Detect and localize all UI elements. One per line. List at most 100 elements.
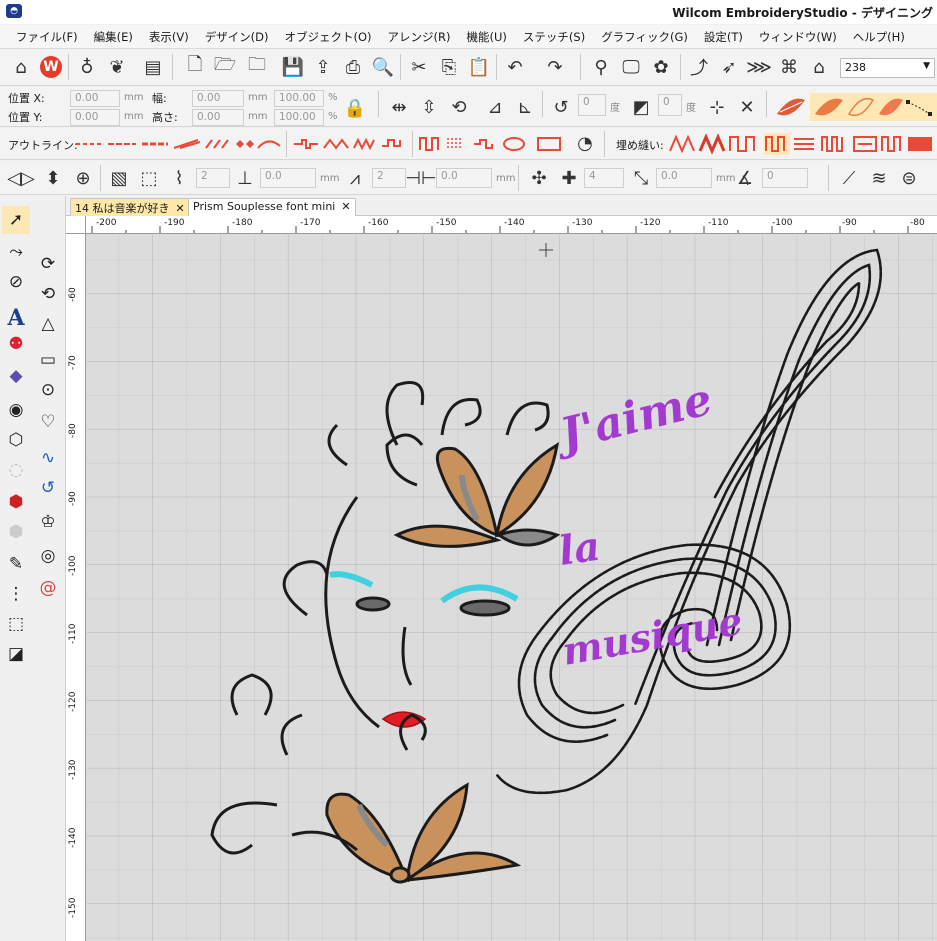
pen-tool-icon[interactable]: ✎ [2,550,30,578]
menu-design[interactable]: デザイン(D) [205,29,269,45]
close-icon[interactable]: ✕ [341,200,350,213]
shapes-tool-icon[interactable]: ♡ [34,408,62,436]
monogram-icon[interactable]: ◆ [2,362,30,390]
hexagon-outline-icon[interactable]: ⬡ [2,426,30,454]
lettering-icon[interactable]: A [2,304,30,332]
close-icon[interactable]: ✕ [176,202,185,215]
running-stitch-icons[interactable] [292,136,412,152]
design-canvas[interactable]: -200 -190 -180 -170 -160 -150 -140 -130 … [66,216,937,941]
distribute-v-icon[interactable]: ⬍ [40,165,66,191]
fit-icon[interactable]: ▧ [106,165,132,191]
pattern-leaf-icon[interactable] [876,96,906,116]
reshape-tool-icon[interactable]: ⤳ [2,238,30,266]
copy-icon[interactable]: ⎘ [436,54,462,80]
rotate-ccw-icon[interactable]: ↺ [548,94,574,120]
menu-arrange[interactable]: アレンジ(R) [388,29,451,45]
digitize-triangle-icon[interactable]: △ [34,310,62,338]
knife-icon[interactable]: ✕ [734,94,760,120]
tab-design-1[interactable]: 14 私は音楽が好き ✕ [70,198,190,216]
save-icon[interactable]: 💾 [280,54,306,80]
wave-tool-icon[interactable]: ≋ [866,165,892,191]
digitize-open-icon[interactable]: ⟲ [34,280,62,308]
outline-stitch-icons[interactable] [74,136,284,152]
fast-forward-icon[interactable]: ⋙ [746,54,772,80]
spacing-icon[interactable]: ⌇ [166,165,192,191]
tab-design-2[interactable]: Prism Souplesse font mini ✕ [188,198,356,216]
special-stitch-icons[interactable] [418,134,568,154]
cylinder-tool-icon[interactable]: ⊜ [896,165,922,191]
digitize-closed-icon[interactable]: ⟳ [34,250,62,278]
cut-icon[interactable]: ✂ [406,54,432,80]
mirror-h-icon[interactable]: ⇹ [386,94,412,120]
print-icon[interactable]: ⎙ [340,54,366,80]
count-field[interactable]: 2 [196,168,230,188]
square-select-icon[interactable]: ⬚ [2,610,30,638]
skew-tool-icon[interactable]: ◩ [628,94,654,120]
fill-stitch-icons[interactable] [668,133,937,155]
select-arrow-icon[interactable]: ➚ [2,206,30,234]
curve-tool-icon[interactable]: ∿ [34,444,62,472]
offset-icon[interactable]: ⤡ [628,165,654,191]
align-icon[interactable]: ⊿ [482,94,508,120]
pos-x-field[interactable]: 0.00 [70,90,120,107]
undo-icon[interactable]: ↶ [502,54,528,80]
monitor-icon[interactable]: 🖵 [618,54,644,80]
paper-plane-icon[interactable]: ➶ [716,54,742,80]
skew-icon[interactable]: ⊾ [512,94,538,120]
distribute-h-icon[interactable]: ◁▷ [7,165,35,191]
circle-arrow-icon[interactable]: ◔ [572,130,598,156]
redo-icon[interactable]: ↷ [542,54,568,80]
width-spacing-icon[interactable]: ⊣⊢ [405,165,436,191]
export-icon[interactable]: ⇪ [310,54,336,80]
wilcom-icon[interactable]: W [38,54,64,80]
spiral-tool-icon[interactable]: @ [34,574,62,602]
offset-outline-icon[interactable]: ◌ [2,456,30,484]
zigzag-count-field[interactable]: 2 [372,168,406,188]
thread-icon[interactable]: ❦ [104,54,130,80]
rotate-tool-icon[interactable]: ⟲ [446,94,472,120]
send-icon[interactable]: ⤴ [686,54,712,80]
cross-pattern-icon[interactable]: ✣ [526,165,552,191]
menu-help[interactable]: ヘルプ(H) [853,29,905,45]
outline-leaf-icon[interactable] [846,96,876,116]
home-icon[interactable]: ⌂ [8,54,34,80]
offset-field[interactable]: 0.0 [656,168,712,188]
pattern-count-field[interactable]: 4 [584,168,624,188]
shape-tool-icon[interactable]: ◪ [2,640,30,668]
menu-file[interactable]: ファイル(F) [16,29,78,45]
new-file-icon[interactable]: 🗋 [182,54,208,80]
plus-pattern-icon[interactable]: ✚ [556,165,582,191]
hot-air-balloon-icon[interactable]: ♁ [74,54,100,80]
menu-edit[interactable]: 編集(E) [94,29,133,45]
embroidery-design[interactable]: J'aime la musique [87,235,937,941]
ellipse-tool-icon[interactable]: ⊙ [34,376,62,404]
skew-value[interactable]: 0 [658,94,682,116]
lock-proportions-icon[interactable]: 🔒 [342,95,368,121]
grid-arrange-icon[interactable]: ⊕ [70,165,96,191]
tatami-leaf-icon[interactable] [812,96,846,116]
app-logo-icon[interactable]: ◓ [6,4,22,18]
node-path-icon[interactable] [904,96,934,116]
paste-icon[interactable]: 📋 [466,54,492,80]
crown-tool-icon[interactable]: ♔ [34,508,62,536]
machine-icon[interactable]: ⌘ [776,54,802,80]
angle-field[interactable]: 0 [762,168,808,188]
pos-y-field[interactable]: 0.00 [70,109,120,126]
colorwheel-icon[interactable]: ✿ [648,54,674,80]
stitch-player-icon[interactable]: ⚲ [588,54,614,80]
text-la[interactable]: la [556,523,603,575]
open-recent-icon[interactable]: 🗀 [244,54,270,80]
design-library-icon[interactable]: ▤ [140,54,166,80]
width-field[interactable]: 0.00 [192,90,244,107]
dots-tool-icon[interactable]: ⋮ [2,580,30,608]
menu-stitch[interactable]: ステッチ(S) [523,29,585,45]
disc-tool-icon[interactable]: ◎ [34,542,62,570]
print-preview-icon[interactable]: 🔍 [370,54,396,80]
hexagon-filled-icon[interactable]: ⬢ [2,488,30,516]
team-names-icon[interactable]: ⚉ [2,330,30,358]
line-tool-icon[interactable]: ⟋ [836,165,862,191]
hoop-icon[interactable]: ⌂ [806,54,832,80]
scale-height-field[interactable]: 100.00 [274,109,324,126]
gap-icon[interactable]: ⊥ [232,165,258,191]
knife-tool-icon[interactable]: ⊘ [2,268,30,296]
